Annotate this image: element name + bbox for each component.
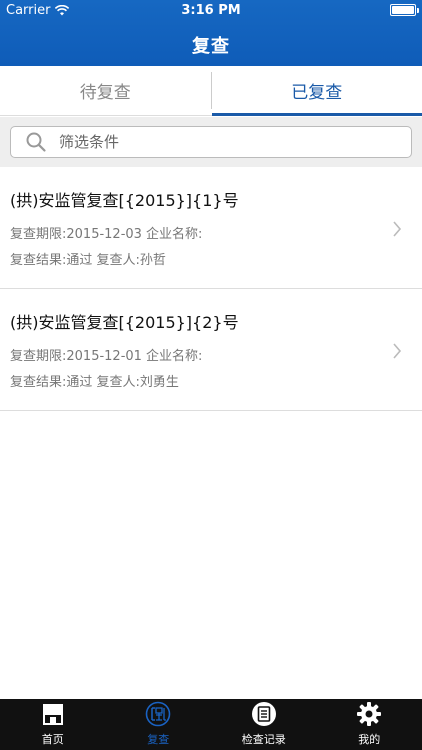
tabbar-item-home[interactable]: 首页: [0, 699, 106, 750]
list-item[interactable]: (拱)安监管复查[{2015}]{2}号 复查期限:2015-12-01 企业名…: [0, 289, 422, 411]
item-deadline-company: 复查期限:2015-12-01 企业名称:: [10, 349, 203, 364]
status-time: 3:16 PM: [181, 3, 241, 18]
tab-label: 已复查: [291, 83, 343, 103]
tabbar-item-mine[interactable]: 我的: [317, 699, 422, 750]
battery-icon: [390, 4, 419, 16]
store-icon: [42, 704, 63, 725]
status-bar: Carrier 3:16 PM: [0, 0, 422, 22]
item-result-reviewer: 复查结果:通过 复查人:刘勇生: [10, 375, 179, 390]
search-input[interactable]: [59, 133, 379, 151]
tabbar-label: 我的: [358, 733, 381, 746]
review-icon: [145, 701, 171, 727]
bottom-tab-bar: 首页 复查 检查记录 我的: [0, 699, 422, 750]
page-title: 复查: [192, 36, 230, 57]
segment-tabs: 待复查 已复查: [0, 66, 422, 116]
item-title: (拱)安监管复查[{2015}]{1}号: [10, 191, 239, 210]
search-icon: [26, 132, 46, 152]
chevron-right-icon: [393, 343, 402, 359]
tabbar-item-records[interactable]: 检查记录: [211, 699, 317, 750]
item-deadline-company: 复查期限:2015-12-03 企业名称:: [10, 227, 203, 242]
tab-pending-review[interactable]: 待复查: [0, 66, 211, 115]
tab-label: 待复查: [79, 83, 131, 103]
record-icon: [251, 702, 276, 726]
review-list: (拱)安监管复查[{2015}]{1}号 复查期限:2015-12-03 企业名…: [0, 167, 422, 411]
tabbar-label: 首页: [41, 733, 64, 746]
tabbar-label: 检查记录: [241, 733, 286, 746]
gear-icon: [357, 702, 382, 726]
navigation-header: Carrier 3:16 PM 复查: [0, 0, 422, 66]
item-result-reviewer: 复查结果:通过 复查人:孙哲: [10, 253, 166, 268]
tabbar-label: 复查: [147, 733, 170, 746]
search-bar: [0, 117, 422, 167]
item-title: (拱)安监管复查[{2015}]{2}号: [10, 313, 239, 332]
tab-reviewed[interactable]: 已复查: [211, 66, 422, 116]
search-box[interactable]: [10, 126, 412, 158]
chevron-right-icon: [393, 221, 402, 237]
tabbar-item-review[interactable]: 复查: [106, 699, 212, 750]
list-item[interactable]: (拱)安监管复查[{2015}]{1}号 复查期限:2015-12-03 企业名…: [0, 167, 422, 289]
